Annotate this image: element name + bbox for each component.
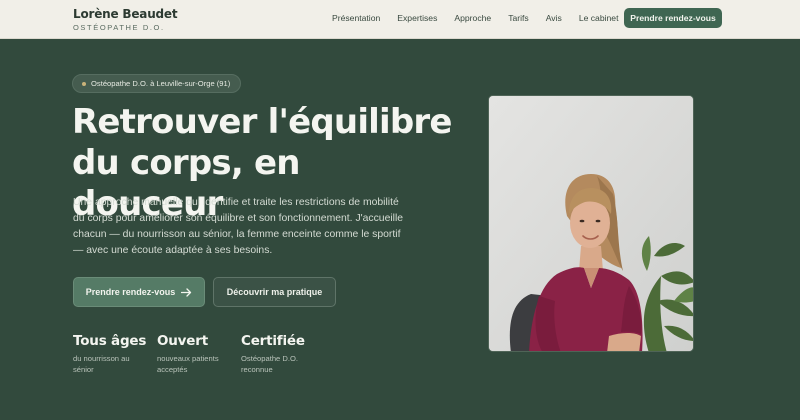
stat-open: Ouvert nouveaux patients acceptés	[157, 333, 237, 375]
site-header: Lorène Beaudet OSTÉOPATHE D.O. Présentat…	[0, 0, 800, 39]
book-appointment-label: Prendre rendez-vous	[85, 287, 176, 297]
dot-icon	[82, 81, 86, 86]
discover-practice-button[interactable]: Découvrir ma pratique	[213, 277, 336, 307]
stat-certified: Certifiée Ostéopathe D.O. reconnue	[241, 333, 321, 375]
stat-title: Tous âges	[73, 333, 147, 349]
stat-title: Certifiée	[241, 333, 305, 349]
book-appointment-button[interactable]: Prendre rendez-vous	[73, 277, 205, 307]
nav-item-presentation[interactable]: Présentation	[332, 13, 380, 23]
stat-subtitle: Ostéopathe D.O. reconnue	[241, 354, 298, 374]
main-nav: Présentation Expertises Approche Tarifs …	[332, 13, 635, 23]
location-badge-label: Ostéopathe D.O. à Leuville-sur-Orge (91)	[91, 79, 231, 88]
brand-subtitle: OSTÉOPATHE D.O.	[73, 23, 165, 32]
stat-subtitle: nouveaux patients acceptés	[157, 354, 219, 374]
portrait-illustration	[489, 96, 693, 351]
nav-item-cabinet[interactable]: Le cabinet	[579, 13, 619, 23]
stat-title: Ouvert	[157, 333, 208, 349]
hero-description: Une approche manuelle qui identifie et t…	[73, 197, 404, 256]
hero-title-line-1: Retrouver l'équilibre	[72, 102, 452, 142]
location-badge: Ostéopathe D.O. à Leuville-sur-Orge (91)	[72, 74, 242, 93]
practitioner-photo	[488, 95, 694, 352]
brand-logo[interactable]: Lorène Beaudet OSTÉOPATHE D.O.	[73, 7, 178, 32]
nav-item-expertises[interactable]: Expertises	[397, 13, 437, 23]
stat-all-ages: Tous âges du nourrisson au sénior	[73, 333, 153, 375]
nav-item-approche[interactable]: Approche	[454, 13, 491, 23]
arrow-right-icon	[181, 287, 192, 297]
header-appointment-button[interactable]: Prendre rendez-vous	[624, 8, 722, 28]
stat-subtitle: du nourrisson au sénior	[73, 354, 130, 374]
nav-item-avis[interactable]: Avis	[546, 13, 562, 23]
brand-name: Lorène Beaudet	[73, 7, 178, 21]
nav-item-tarifs[interactable]: Tarifs	[508, 13, 529, 23]
